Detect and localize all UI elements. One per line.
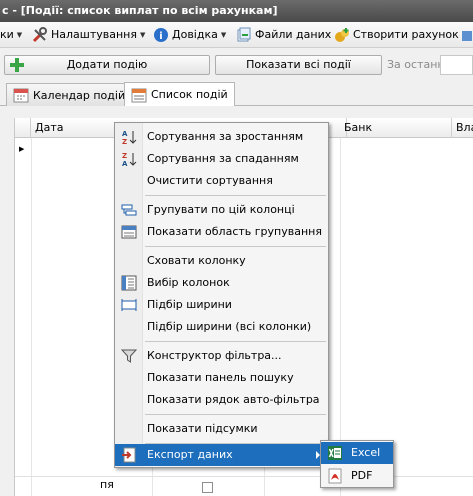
submenu-item-pdf[interactable]: PDF <box>321 465 393 487</box>
help-icon: i <box>153 27 169 43</box>
tab-event-list[interactable]: Список подій <box>124 82 235 106</box>
menu-separator <box>145 414 326 415</box>
show-all-events-button[interactable]: Показати всі події <box>215 55 382 75</box>
column-header-date-label: Дата <box>35 121 64 134</box>
more-icon <box>459 27 473 43</box>
menu-item-group-by-column[interactable]: Групувати по цій колонці <box>115 199 328 221</box>
menu-item-sort-descending[interactable]: ZA Сортування за спаданням <box>115 148 328 170</box>
grid-cell-text: пя <box>100 478 114 491</box>
menu-data-files-label: Файли даних <box>255 28 332 41</box>
menu-item-sort-ascending-label: Сортування за зростанням <box>147 130 304 143</box>
tab-event-calendar[interactable]: Календар подій <box>6 83 133 106</box>
submenu-item-pdf-label: PDF <box>351 469 373 482</box>
column-header-bank[interactable]: Банк <box>340 118 452 138</box>
menu-reports[interactable]: ки ▼ <box>0 25 22 45</box>
best-fit-icon <box>121 297 137 313</box>
menu-create-account-label: Створити рахунок <box>353 28 459 41</box>
menu-help[interactable]: i Довідка ▼ <box>153 25 226 45</box>
menu-item-best-fit-all[interactable]: Підбір ширини (всі колонки) <box>115 316 328 338</box>
menu-item-sort-ascending[interactable]: AZ Сортування за зростанням <box>115 126 328 148</box>
menu-more[interactable] <box>459 25 473 45</box>
menu-item-show-group-panel-label: Показати область групування <box>147 225 322 238</box>
chevron-down-icon: ▼ <box>220 31 227 39</box>
current-row-indicator: ▶ <box>19 145 25 153</box>
show-all-events-label: Показати всі події <box>246 58 351 71</box>
menu-item-column-chooser-label: Вибір колонок <box>147 276 230 289</box>
menu-separator <box>145 195 326 196</box>
menu-item-clear-sorting[interactable]: Очистити сортування <box>115 170 328 192</box>
row-checkbox[interactable] <box>202 482 213 493</box>
svg-text:i: i <box>159 31 162 42</box>
row-indicator-header <box>15 118 31 138</box>
menu-item-hide-column-label: Сховати колонку <box>147 254 246 267</box>
menu-reports-label: ки <box>0 28 14 41</box>
menu-item-show-totals[interactable]: Показати підсумки <box>115 418 328 440</box>
menu-item-sort-descending-label: Сортування за спаданням <box>147 152 299 165</box>
menu-settings-label: Налаштування <box>51 28 137 41</box>
pdf-icon <box>327 468 343 484</box>
menu-item-filter-editor[interactable]: Конструктор фільтра... <box>115 345 328 367</box>
sort-descending-icon: ZA <box>121 151 137 168</box>
menu-item-show-auto-filter-row[interactable]: Показати рядок авто-фільтра <box>115 389 328 411</box>
window-title: с - [Події: список виплат по всім рахунк… <box>0 0 473 22</box>
menu-item-best-fit-all-label: Підбір ширини (всі колонки) <box>147 320 312 333</box>
data-files-icon <box>236 27 252 43</box>
column-context-menu: AZ Сортування за зростанням ZA Сортуванн… <box>114 122 329 468</box>
menu-data-files[interactable]: Файли даних <box>236 25 331 45</box>
column-chooser-icon <box>121 275 137 291</box>
tab-event-calendar-label: Календар подій <box>33 88 126 102</box>
excel-icon <box>327 445 343 461</box>
table-row[interactable] <box>15 476 473 496</box>
chevron-down-icon: ▼ <box>140 31 146 39</box>
sort-ascending-icon: AZ <box>121 129 137 146</box>
column-header-owner[interactable]: Вла <box>452 118 473 138</box>
menu-settings[interactable]: Налаштування ▼ <box>32 25 145 45</box>
add-event-button[interactable]: Додати подію <box>4 55 210 75</box>
since-input[interactable] <box>440 55 473 75</box>
action-toolbar: Додати подію Показати всі події За остан… <box>0 49 473 79</box>
svg-text:Z: Z <box>122 138 127 145</box>
menu-item-best-fit[interactable]: Підбір ширини <box>115 294 328 316</box>
plus-icon <box>9 57 25 73</box>
menu-item-export-data-label: Експорт даних <box>147 448 233 461</box>
menu-item-clear-sorting-label: Очистити сортування <box>147 174 273 187</box>
list-icon <box>131 87 147 103</box>
svg-text:Z: Z <box>122 152 127 160</box>
tab-event-list-label: Список подій <box>151 88 228 101</box>
menu-item-show-auto-filter-row-label: Показати рядок авто-фільтра <box>147 393 320 406</box>
menu-create-account[interactable]: Створити рахунок <box>334 25 459 45</box>
submenu-item-excel-label: Excel <box>351 446 381 459</box>
create-account-icon <box>334 27 350 43</box>
menu-item-best-fit-label: Підбір ширини <box>147 298 232 311</box>
add-event-label: Додати подію <box>66 58 148 71</box>
column-header-bank-label: Банк <box>344 121 373 134</box>
submenu-item-excel[interactable]: Excel <box>321 442 393 464</box>
svg-text:A: A <box>122 130 128 138</box>
menu-item-export-data[interactable]: Експорт даних <box>115 444 328 466</box>
svg-text:A: A <box>122 160 128 167</box>
menu-separator <box>145 246 326 247</box>
menu-item-column-chooser[interactable]: Вибір колонок <box>115 272 328 294</box>
chevron-down-icon: ▼ <box>16 31 23 39</box>
calendar-icon <box>13 87 29 103</box>
menu-separator <box>145 341 326 342</box>
group-panel-icon <box>121 224 137 240</box>
menu-item-group-by-column-label: Групувати по цій колонці <box>147 203 295 216</box>
menu-item-show-group-panel[interactable]: Показати область групування <box>115 221 328 243</box>
export-icon <box>121 447 137 463</box>
menu-help-label: Довідка <box>172 28 218 41</box>
menu-item-hide-column[interactable]: Сховати колонку <box>115 250 328 272</box>
tab-bar: Календар подій Список подій <box>0 79 473 106</box>
menu-item-show-totals-label: Показати підсумки <box>147 422 258 435</box>
column-header-owner-label: Вла <box>456 121 473 134</box>
menu-item-show-search-panel[interactable]: Показати панель пошуку <box>115 367 328 389</box>
menubar: ки ▼ Налаштування ▼ i Довідка ▼ Файли да… <box>0 22 473 48</box>
tools-icon <box>32 27 48 43</box>
group-by-column-icon <box>121 202 137 218</box>
menu-item-filter-editor-label: Конструктор фільтра... <box>147 349 282 362</box>
filter-icon <box>120 348 138 364</box>
grid-line <box>31 138 32 496</box>
export-submenu: Excel PDF <box>320 440 394 488</box>
menu-item-show-search-panel-label: Показати панель пошуку <box>147 371 294 384</box>
